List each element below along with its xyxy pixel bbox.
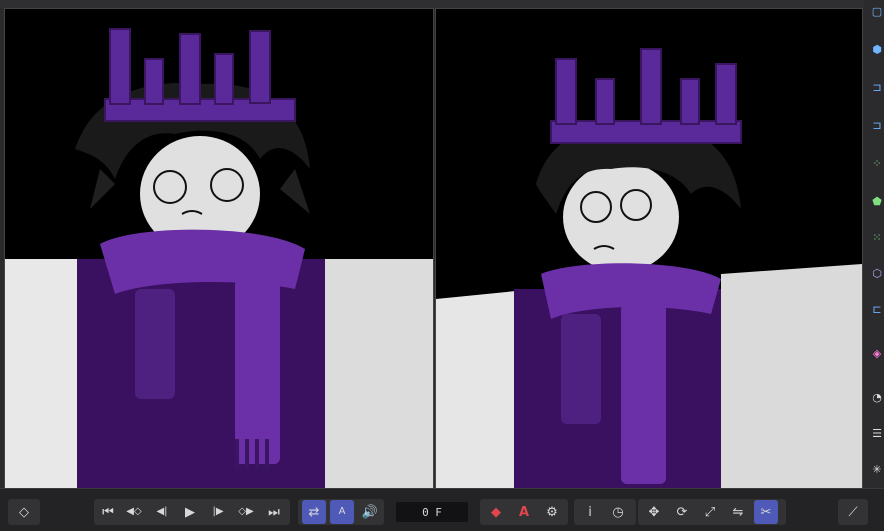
record-button[interactable]: ◆ (484, 500, 508, 524)
timeline-bar: ◇ ⏮ ◀◇ ◀| ▶ |▶ ◇▶ ⏭ ⇄ A 🔊 0 F ◆ A ⚙ i ◷ … (0, 488, 884, 531)
play-button[interactable]: ▶ (178, 500, 202, 524)
bracket3-icon[interactable]: ⊏ (870, 302, 884, 316)
white-block-right (721, 264, 862, 489)
top-strip (0, 0, 884, 8)
dots-icon[interactable]: ⁙ (870, 230, 884, 244)
green-shape-icon[interactable]: ⬟ (870, 194, 884, 208)
toggle-button[interactable]: ⇋ (726, 500, 750, 524)
loop-button[interactable]: ⇄ (302, 500, 326, 524)
st-icon-3[interactable]: ✳ (870, 462, 884, 476)
graph-button[interactable]: ⟋ (841, 500, 865, 524)
goto-start-button[interactable]: ⏮ (96, 500, 120, 524)
render-right (436, 9, 862, 489)
head (563, 162, 679, 272)
rotate-button[interactable]: ⟳ (670, 500, 694, 524)
audio-scrub-button[interactable]: A (330, 500, 354, 524)
white-block-left (436, 291, 516, 489)
bracket-icon[interactable]: ⊐ (870, 80, 884, 94)
cube-blue-icon[interactable]: ⬢ (870, 42, 884, 56)
prev-frame-button[interactable]: ◀| (150, 500, 174, 524)
next-frame-button[interactable]: |▶ (206, 500, 230, 524)
viewport-right[interactable] (435, 8, 863, 490)
white-block-left (5, 259, 77, 489)
move-button[interactable]: ✥ (642, 500, 666, 524)
white-block-right (325, 259, 433, 489)
autokey-button[interactable]: A (512, 500, 536, 524)
torso (77, 259, 325, 489)
hex-icon[interactable]: ⬡ (870, 266, 884, 280)
prev-key-button[interactable]: ◀◇ (122, 500, 146, 524)
st-icon-2[interactable]: ☰ (870, 426, 884, 440)
bracket2-icon[interactable]: ⊐ (870, 118, 884, 132)
st-icon-1[interactable]: ◔ (870, 390, 884, 404)
settings-button[interactable]: ⚙ (540, 500, 564, 524)
goto-end-button[interactable]: ⏭ (262, 500, 286, 524)
render-left (5, 9, 433, 489)
scale-button[interactable]: ⤢ (698, 500, 722, 524)
snap-button[interactable]: ✂ (754, 500, 778, 524)
pink-shape-icon[interactable]: ◈ (870, 346, 884, 360)
keyframe-button[interactable]: ◇ (12, 500, 36, 524)
frame-field[interactable]: 0 F (396, 502, 468, 522)
nodes-icon[interactable]: ⁘ (870, 156, 884, 170)
next-key-button[interactable]: ◇▶ (234, 500, 258, 524)
cube-outline-icon[interactable]: ▢ (870, 4, 884, 18)
viewport-left[interactable] (4, 8, 434, 490)
speed-button[interactable]: ◷ (606, 500, 630, 524)
torso (514, 289, 721, 489)
right-toolbar: ▢ ⬢ ⊐ ⊐ ⁘ ⬟ ⁙ ⬡ ⊏ ◈ ◔ ☰ ✳ (864, 0, 884, 488)
info-button[interactable]: i (578, 500, 602, 524)
sound-button[interactable]: 🔊 (358, 500, 382, 524)
